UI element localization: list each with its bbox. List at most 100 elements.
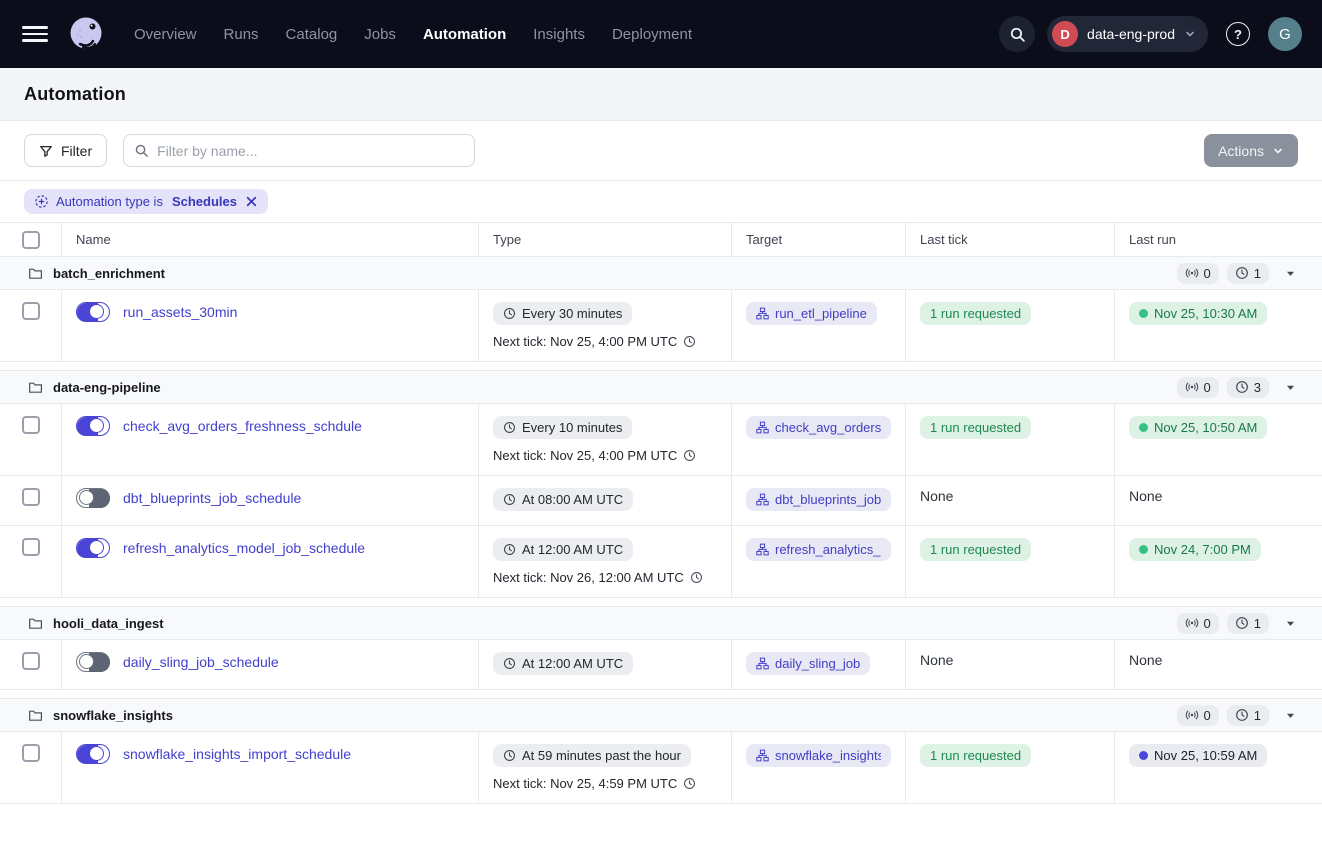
schedule-toggle[interactable] [76,744,110,764]
nav-item[interactable]: Automation [423,26,506,43]
name-filter-input[interactable] [123,134,475,167]
clock-icon [683,777,696,790]
target-link[interactable]: daily_sling_job [746,652,870,675]
sensor-count-badge: 0 [1177,705,1219,726]
nav-item[interactable]: Runs [224,26,259,43]
group-header[interactable]: batch_enrichment 0 1 [0,256,1322,290]
column-header: Target [732,223,906,256]
column-header: Name [62,223,479,256]
type-badge-label: Every 10 minutes [522,420,622,435]
menu-button[interactable] [20,19,50,49]
nav-item[interactable]: Jobs [364,26,396,43]
row-checkbox[interactable] [22,488,40,506]
code-location-group: batch_enrichment 0 1 [0,256,1322,362]
schedule-name-link[interactable]: snowflake_insights_import_schedule [123,746,351,762]
nav-item[interactable]: Insights [533,26,585,43]
nav-links: Overview Runs Catalog Jobs Automation Insight… [134,26,692,43]
next-tick-text: Next tick: Nov 25, 4:59 PM UTC [493,776,677,791]
row-check-cell [0,290,62,361]
job-icon [756,421,769,434]
column-header: Last tick [906,223,1115,256]
group-rows: daily_sling_job_schedule At 12:00 AM UTC [0,640,1322,690]
schedule-count-badge: 1 [1227,705,1269,726]
run-status-dot [1139,751,1148,760]
search-button[interactable] [999,16,1035,52]
target-link[interactable]: dbt_blueprints_job [746,488,891,511]
funnel-icon [39,144,53,158]
schedule-name-link[interactable]: refresh_analytics_model_job_schedule [123,540,365,556]
nav-item[interactable]: Overview [134,26,197,43]
schedule-count: 1 [1254,616,1261,631]
sensor-count-badge: 0 [1177,613,1219,634]
clock-icon [1235,380,1249,394]
chevron-down-icon [1184,28,1196,40]
workspace-initial-badge: D [1052,21,1078,47]
last-run-link[interactable]: Nov 25, 10:30 AM [1129,302,1267,325]
schedule-toggle[interactable] [76,538,110,558]
last-tick-text: 1 run requested [930,306,1021,321]
schedule-name-link[interactable]: check_avg_orders_freshness_schdule [123,418,362,434]
filter-button[interactable]: Filter [24,134,107,167]
filter-chip[interactable]: Automation type is Schedules [24,189,268,214]
workspace-switcher[interactable]: D data-eng-prod [1047,16,1208,52]
row-checkbox[interactable] [22,744,40,762]
row-checkbox[interactable] [22,416,40,434]
row-checkbox[interactable] [22,538,40,556]
caret-down-icon[interactable] [1285,268,1296,279]
last-tick-cell: 1 run requested [906,526,1115,597]
target-link[interactable]: check_avg_orders_ [746,416,891,439]
select-all-checkbox[interactable] [22,231,40,249]
last-run-link[interactable]: Nov 24, 7:00 PM [1129,538,1261,561]
run-status-dot [1139,423,1148,432]
menu-icon [22,26,48,29]
row-checkbox[interactable] [22,302,40,320]
group-rows: run_assets_30min Every 30 minutes Next t… [0,290,1322,362]
remove-filter-icon[interactable] [245,195,258,208]
target-cell: daily_sling_job [732,640,906,689]
schedule-toggle[interactable] [76,416,110,436]
type-badge-label: Every 30 minutes [522,306,622,321]
schedule-name-link[interactable]: run_assets_30min [123,304,237,320]
last-run-link[interactable]: Nov 25, 10:59 AM [1129,744,1267,767]
clock-icon [503,749,516,762]
nav-item[interactable]: Catalog [286,26,338,43]
last-run-text: Nov 25, 10:59 AM [1154,748,1257,763]
name-cell: check_avg_orders_freshness_schdule [62,404,479,475]
last-tick-cell: 1 run requested [906,290,1115,361]
caret-down-icon[interactable] [1285,618,1296,629]
group-badges: 0 3 [1177,377,1296,398]
target-cell: run_etl_pipeline [732,290,906,361]
schedule-name-link[interactable]: dbt_blueprints_job_schedule [123,490,301,506]
schedule-toggle[interactable] [76,488,110,508]
group-badges: 0 1 [1177,263,1296,284]
workspace-label: data-eng-prod [1087,26,1175,42]
filter-chip-prefix: Automation type is [56,194,163,209]
last-run-link[interactable]: Nov 25, 10:50 AM [1129,416,1267,439]
group-name: batch_enrichment [53,266,165,281]
group-header[interactable]: data-eng-pipeline 0 3 [0,370,1322,404]
schedule-row: snowflake_insights_import_schedule At 59… [0,732,1322,804]
help-button[interactable]: ? [1220,16,1256,52]
dagster-logo[interactable] [66,14,106,54]
schedule-toggle[interactable] [76,302,110,322]
target-link[interactable]: refresh_analytics_r [746,538,891,561]
row-check-cell [0,404,62,475]
actions-button[interactable]: Actions [1204,134,1298,167]
group-header[interactable]: hooli_data_ingest 0 1 [0,606,1322,640]
avatar[interactable]: G [1268,17,1302,51]
nav-item[interactable]: Deployment [612,26,692,43]
clock-icon [503,307,516,320]
schedule-name-link[interactable]: daily_sling_job_schedule [123,654,279,670]
target-link[interactable]: snowflake_insights [746,744,891,767]
schedule-type-badge: At 12:00 AM UTC [493,652,633,675]
schedule-toggle[interactable] [76,652,110,672]
target-link[interactable]: run_etl_pipeline [746,302,877,325]
row-checkbox[interactable] [22,652,40,670]
last-run-cell: None [1115,476,1322,525]
type-cell: At 12:00 AM UTC Next tick: Nov 26, 12:00… [479,526,732,597]
schedule-row: daily_sling_job_schedule At 12:00 AM UTC [0,640,1322,690]
column-header: Type [479,223,732,256]
caret-down-icon[interactable] [1285,710,1296,721]
caret-down-icon[interactable] [1285,382,1296,393]
group-header[interactable]: snowflake_insights 0 1 [0,698,1322,732]
